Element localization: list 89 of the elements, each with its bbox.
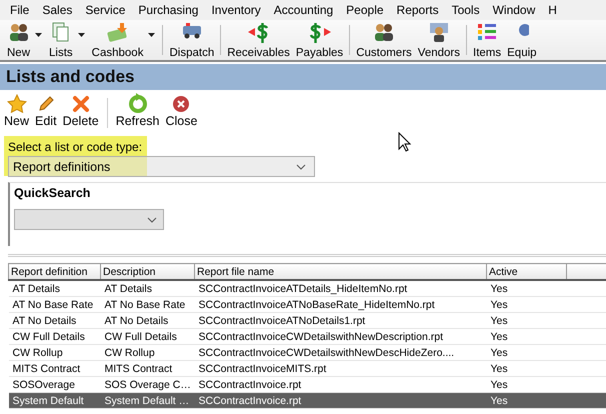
toolbar-button[interactable]: Lists: [46, 21, 76, 59]
menu-item[interactable]: Sales: [36, 3, 80, 17]
table-cell: MITS Contract: [8, 360, 100, 376]
menu-item[interactable]: Reports: [390, 3, 446, 17]
table-cell: Yes: [486, 312, 566, 328]
dropdown-arrow-icon[interactable]: [35, 33, 42, 37]
table-row[interactable]: AT No Details AT No Details SCContractInvoiceATNoDetails1.rpt Yes: [8, 312, 606, 328]
grid-icon: [477, 22, 498, 42]
menu-item[interactable]: People: [340, 3, 391, 17]
table-cell: MITS Contract: [100, 360, 194, 376]
table-cell: SCContractInvoice.rpt: [194, 392, 486, 408]
table-cell: System Default …: [100, 392, 194, 408]
toolbar-button[interactable]: Payables: [292, 21, 346, 59]
toolbar-button[interactable]: New: [4, 21, 34, 59]
table-cell: AT No Base Rate: [8, 296, 100, 312]
list-type-dropdown[interactable]: Report definitions: [8, 156, 315, 177]
table-cell: SCContractInvoiceCWDetailswithNewDescription.rpt: [194, 328, 486, 344]
column-header[interactable]: Active: [486, 264, 566, 280]
cash-icon: [106, 22, 130, 42]
truck-icon: [180, 22, 203, 40]
refresh-icon: [128, 93, 148, 113]
menu-item[interactable]: Service: [79, 3, 132, 17]
field-label: Select a list or code type:: [8, 140, 142, 154]
table-cell: SCContractInvoiceATDetails_HideItemNo.rpt: [194, 280, 486, 296]
menu-item[interactable]: H: [542, 3, 564, 17]
table-row[interactable]: System Default System Default … SCContractInvoice.rpt Yes: [8, 392, 606, 408]
dollar-arrow-icon: [246, 22, 271, 44]
menu-item[interactable]: Tools: [446, 3, 487, 17]
table-cell: CW Full Details: [8, 328, 100, 344]
table-cell: Yes: [486, 392, 566, 408]
column-header[interactable]: Report definition: [8, 264, 100, 280]
table-cell: Yes: [486, 296, 566, 312]
toolbar-button[interactable]: Vendors: [414, 21, 463, 59]
action-button[interactable]: Close: [163, 95, 200, 128]
person-icon: [428, 22, 449, 42]
toolbar-button[interactable]: Receivables: [224, 21, 293, 59]
menu-item[interactable]: File: [4, 3, 36, 17]
column-header[interactable]: Description: [100, 264, 194, 280]
close-icon: [172, 95, 190, 113]
table-cell: AT Details: [8, 280, 100, 296]
table-row[interactable]: AT No Base Rate AT No Base Rate SCContractInvoiceATNoBaseRate_HideItemNo.rpt Yes: [8, 296, 606, 312]
toolbar-button[interactable]: Customers: [353, 21, 415, 59]
pencil-icon: [36, 95, 55, 113]
chevron-down-icon: [147, 216, 157, 222]
table-row[interactable]: CW Rollup CW Rollup SCContractInvoiceCWDetailswithNewDescHideZero.... Yes: [8, 344, 606, 360]
star-icon: [6, 94, 26, 113]
menu-item[interactable]: Purchasing: [132, 3, 206, 17]
table-cell: Yes: [486, 280, 566, 296]
action-button[interactable]: New: [2, 94, 32, 128]
table-row[interactable]: MITS Contract MITS Contract SCContractInvoiceMITS.rpt Yes: [8, 360, 606, 376]
table-cell: AT No Details: [8, 312, 100, 328]
toolbar-button[interactable]: Items: [470, 21, 504, 59]
table-cell: SCContractInvoiceATNoBaseRate_HideItemNo.rpt: [194, 296, 486, 312]
cursor-icon: [398, 132, 412, 152]
pages-icon: [52, 22, 70, 42]
chevron-down-icon: [296, 164, 306, 170]
table-cell: CW Full Details: [100, 328, 194, 344]
people-icon: [372, 22, 395, 42]
action-button[interactable]: Refresh: [114, 93, 162, 128]
table-cell: SCContractInvoiceMITS.rpt: [194, 360, 486, 376]
dropdown-arrow-icon[interactable]: [78, 33, 85, 37]
toolbar-button[interactable]: Cashbook: [88, 21, 146, 59]
people-icon: [8, 22, 30, 42]
column-header[interactable]: Report file name: [194, 264, 486, 280]
table-row[interactable]: AT Details AT Details SCContractInvoiceATDetails_HideItemNo.rpt Yes: [8, 280, 606, 296]
table-cell: Yes: [486, 328, 566, 344]
table-cell: AT No Base Rate: [100, 296, 194, 312]
table-cell: AT Details: [100, 280, 194, 296]
table-cell: Yes: [486, 344, 566, 360]
menu-item[interactable]: Inventory: [205, 3, 268, 17]
action-button[interactable]: Delete: [60, 95, 101, 128]
menu-item[interactable]: Accounting: [268, 3, 340, 17]
table-cell: AT No Details: [100, 312, 194, 328]
table-cell: CW Rollup: [8, 344, 100, 360]
table-cell: SCContractInvoiceCWDetailswithNewDescHideZero....: [194, 344, 486, 360]
delete-icon: [72, 95, 90, 113]
table-row[interactable]: CW Full Details CW Full Details SCContractInvoiceCWDetailswithNewDescription.rpt Yes: [8, 328, 606, 344]
action-button[interactable]: Edit: [33, 95, 59, 128]
quicksearch-title: QuickSearch: [14, 186, 92, 200]
dropdown-arrow-icon[interactable]: [148, 33, 156, 37]
panel-title: Lists and codes: [6, 67, 136, 87]
table-cell: SCContractInvoiceATNoDetails1.rpt: [194, 312, 486, 328]
table-cell: CW Rollup: [100, 344, 194, 360]
toolbar-button[interactable]: Equip: [504, 21, 540, 59]
menu-item[interactable]: Window: [486, 3, 542, 17]
toolbar-button[interactable]: Dispatch: [166, 21, 218, 59]
dollar-arrow-icon: [308, 22, 332, 44]
table-cell: Yes: [486, 360, 566, 376]
table-cell: System Default: [8, 392, 100, 408]
